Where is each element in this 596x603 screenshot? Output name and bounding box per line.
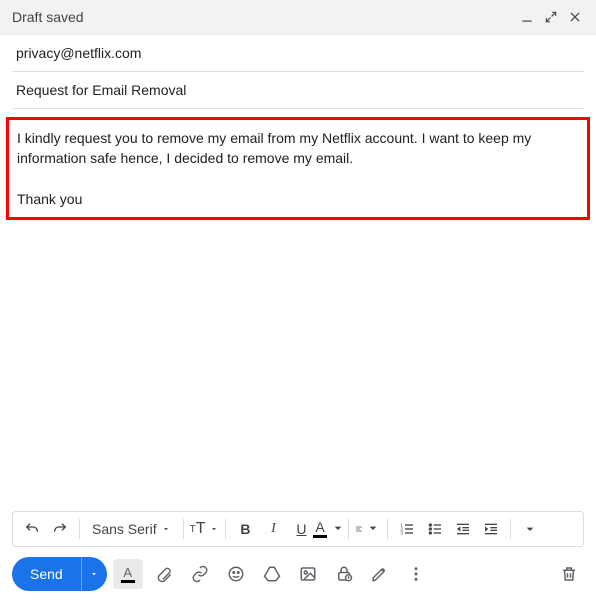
numbered-list-icon[interactable]: 1 2 3 — [394, 516, 420, 542]
body-highlight-box: I kindly request you to remove my email … — [6, 117, 590, 220]
formatting-toolbar: Sans Serif TT B I U A 1 2 3 — [12, 511, 584, 547]
text-color-icon[interactable]: A — [316, 516, 342, 542]
indent-more-icon[interactable] — [478, 516, 504, 542]
signature-icon[interactable] — [365, 559, 395, 589]
bulleted-list-icon[interactable] — [422, 516, 448, 542]
undo-icon[interactable] — [19, 516, 45, 542]
send-more-button[interactable] — [81, 557, 107, 591]
expand-icon[interactable] — [542, 8, 560, 26]
subject-field[interactable]: Request for Email Removal — [12, 72, 584, 109]
drive-icon[interactable] — [257, 559, 287, 589]
font-family-label: Sans Serif — [92, 521, 157, 537]
indent-less-icon[interactable] — [450, 516, 476, 542]
italic-icon[interactable]: I — [260, 516, 286, 542]
svg-text:3: 3 — [401, 530, 404, 535]
attach-icon[interactable] — [149, 559, 179, 589]
emoji-icon[interactable] — [221, 559, 251, 589]
close-icon[interactable] — [566, 8, 584, 26]
body-spacer[interactable] — [0, 228, 596, 511]
chevron-down-icon — [161, 521, 171, 537]
send-split-button: Send — [12, 557, 107, 591]
toolbar-divider — [79, 519, 80, 539]
send-button[interactable]: Send — [12, 557, 81, 591]
more-formatting-icon[interactable] — [517, 516, 543, 542]
actions-toolbar: Send A — [0, 551, 596, 603]
link-icon[interactable] — [185, 559, 215, 589]
redo-icon[interactable] — [47, 516, 73, 542]
insert-photo-icon[interactable] — [293, 559, 323, 589]
font-family-select[interactable]: Sans Serif — [86, 521, 177, 537]
header-fields: privacy@netflix.com Request for Email Re… — [0, 35, 596, 109]
toggle-formatting-icon[interactable]: A — [113, 559, 143, 589]
confidential-mode-icon[interactable] — [329, 559, 359, 589]
align-icon[interactable] — [355, 516, 381, 542]
discard-draft-icon[interactable] — [554, 559, 584, 589]
toolbar-divider — [387, 519, 388, 539]
bold-icon[interactable]: B — [232, 516, 258, 542]
toolbar-divider — [183, 519, 184, 539]
font-size-select[interactable]: TT — [190, 520, 220, 538]
window-title: Draft saved — [12, 9, 512, 25]
toolbar-divider — [225, 519, 226, 539]
underline-icon[interactable]: U — [288, 516, 314, 542]
email-body[interactable]: I kindly request you to remove my email … — [17, 128, 579, 209]
chevron-down-icon — [330, 520, 346, 539]
more-options-icon[interactable] — [401, 559, 431, 589]
window-titlebar: Draft saved — [0, 0, 596, 35]
minimize-icon[interactable] — [518, 8, 536, 26]
to-field[interactable]: privacy@netflix.com — [12, 35, 584, 72]
toolbar-divider — [348, 519, 349, 539]
chevron-down-icon — [209, 521, 219, 537]
chevron-down-icon — [365, 520, 381, 539]
toolbar-divider — [510, 519, 511, 539]
